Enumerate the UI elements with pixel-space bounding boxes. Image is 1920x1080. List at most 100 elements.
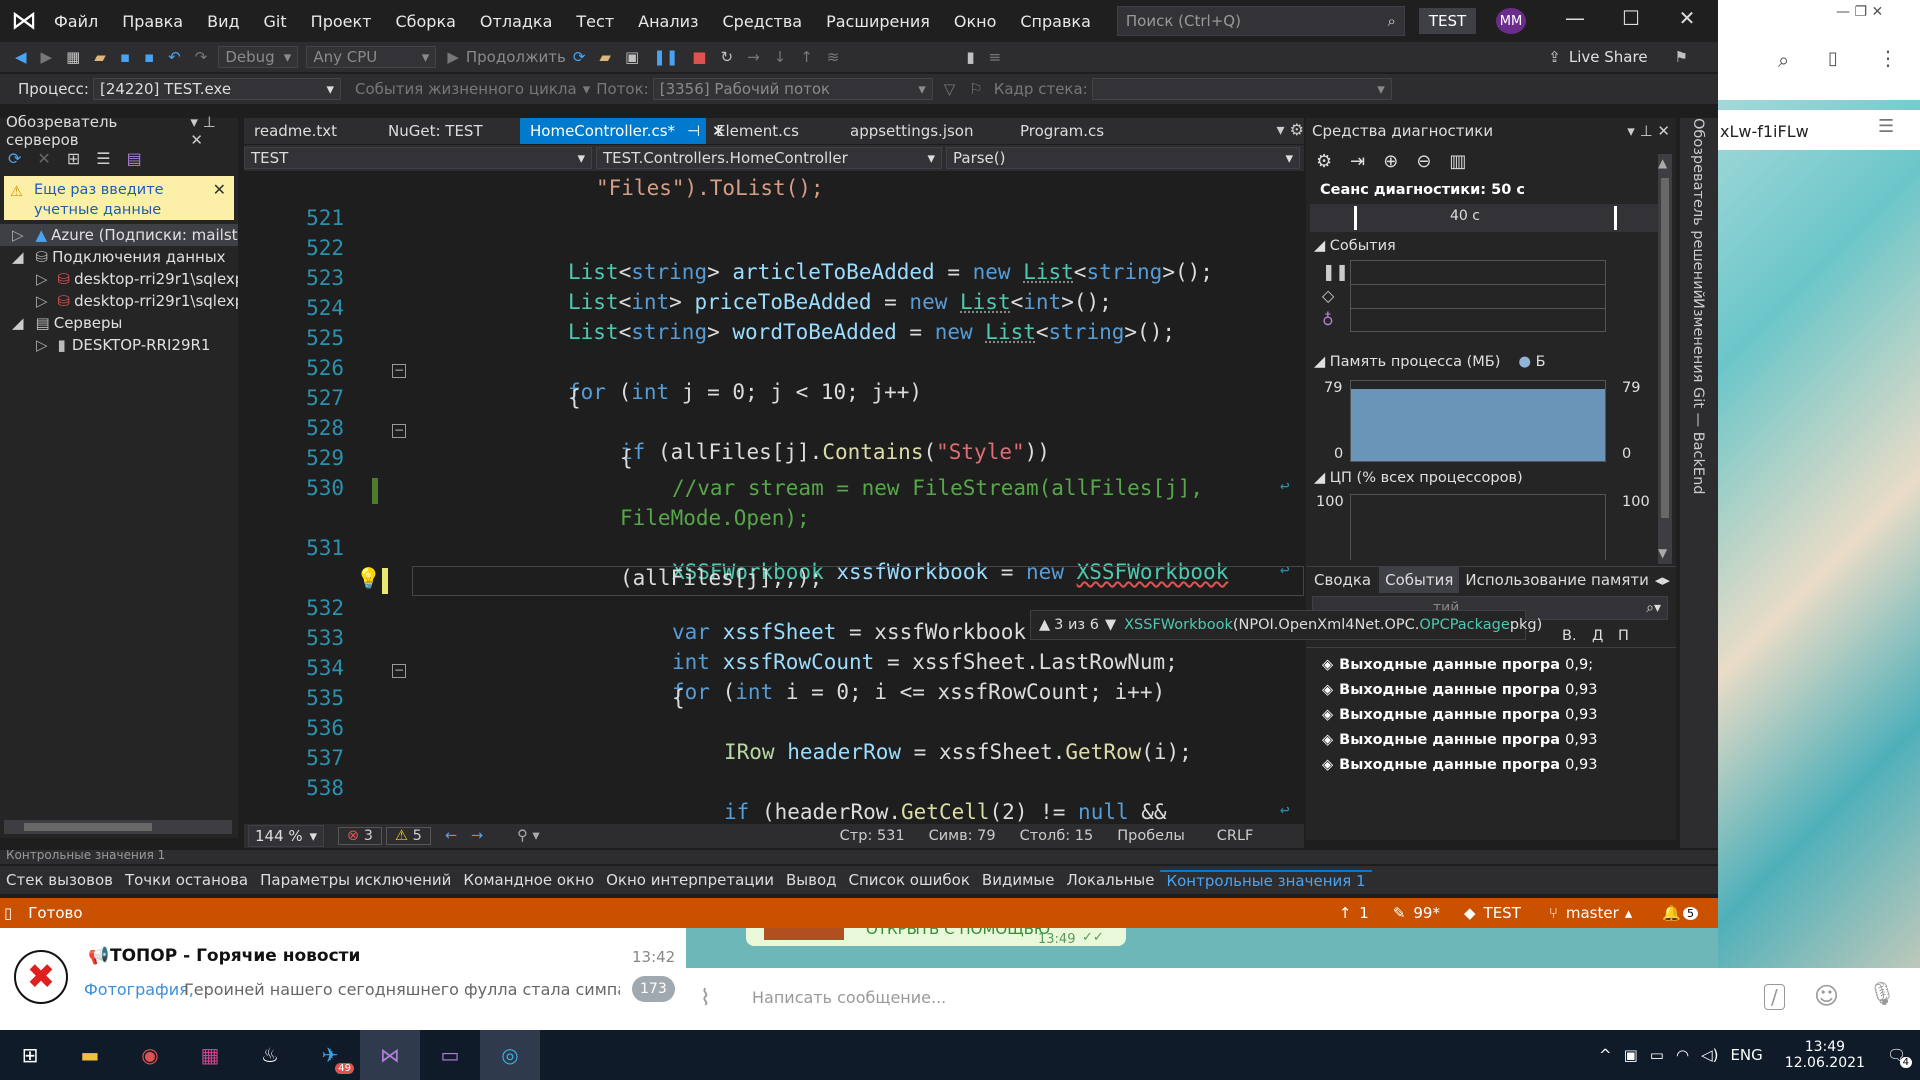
menu-file[interactable]: Файл (42, 12, 110, 31)
volume-icon[interactable]: ◁) (1701, 1046, 1718, 1064)
wifi-icon[interactable]: ◠ (1676, 1046, 1689, 1064)
tab-watch-1[interactable]: Контрольные значения 1 (1160, 870, 1372, 890)
collapse-icon[interactable]: − (392, 424, 406, 438)
menu-edit[interactable]: Правка (110, 12, 195, 31)
play-icon[interactable]: ▶ (447, 48, 459, 66)
tab-output[interactable]: Вывод (780, 871, 843, 889)
collapse-icon[interactable]: − (392, 664, 406, 678)
project-dropdown[interactable]: TEST ▾ (244, 147, 592, 169)
step-over-icon[interactable]: → (747, 48, 760, 66)
pause-icon[interactable]: ❚❚ (653, 48, 678, 66)
connect-server-icon[interactable]: ☰ (96, 149, 110, 168)
channel-avatar[interactable]: ✖ (14, 950, 68, 1004)
url-fragment[interactable]: xLw-f1iFLw (1720, 122, 1809, 141)
comment-icon[interactable]: ≡ (989, 48, 1002, 66)
tree-item-connection-2[interactable]: ▷ ⛁ desktop-rri29r1\sqlexpr (0, 290, 238, 312)
tree-item-servers[interactable]: ◢ ▤ Серверы (0, 312, 238, 334)
action-center-icon[interactable]: 🗨 4 (1887, 1046, 1912, 1068)
restart-icon[interactable]: ↻ (720, 48, 733, 66)
visual-studio-icon[interactable]: ⋈ (360, 1030, 420, 1080)
clear-list-icon[interactable]: ☰ (1878, 116, 1894, 137)
tray-app-icon[interactable]: ▣ (1624, 1046, 1638, 1064)
column-thread[interactable]: П (1618, 628, 1629, 644)
collapse-icon[interactable]: − (392, 364, 406, 378)
save-all-icon[interactable]: ▪ (144, 48, 154, 66)
redo-icon[interactable]: ↷ (195, 48, 208, 66)
message-bubble[interactable]: ОТКРЫТЬ С ПОМОЩЬЮ 13:49 ✓✓ (746, 928, 1126, 947)
browse-folder-icon[interactable]: ▰ (599, 48, 611, 66)
previous-issue-icon[interactable]: ← (445, 828, 457, 844)
avatar[interactable]: MM (1496, 8, 1526, 34)
signature-help-tooltip[interactable]: ▲ 3 из 6 ▼ XSSFWorkbook (NPOI.OpenXml4Net… (1030, 610, 1542, 640)
chrome-icon[interactable]: ◉ (120, 1030, 180, 1080)
maximize-icon[interactable]: ☐ (1616, 6, 1646, 30)
memory-section-title[interactable]: ◢ Память процесса (МБ) ● Б (1314, 354, 1546, 370)
horizontal-scrollbar[interactable] (4, 820, 232, 834)
pin-icon[interactable]: ⊣ (687, 122, 700, 140)
stop-icon[interactable]: ✕ (37, 149, 50, 168)
telegram-icon[interactable]: ✈ 49 (300, 1030, 360, 1080)
tab-appsettings[interactable]: appsettings.json (840, 118, 1010, 144)
tree-item-azure[interactable]: ▷ ▲ Azure (Подписки: mailstea (0, 224, 238, 246)
settings-gear-icon[interactable]: ⚙ (1316, 151, 1332, 172)
clock[interactable]: 13:49 12.06.2021 (1785, 1039, 1865, 1071)
tab-call-stack[interactable]: Стек вызовов (0, 871, 119, 889)
events-section-title[interactable]: ◢ События (1314, 238, 1396, 254)
stack-frame-dropdown[interactable]: ▾ (1091, 78, 1392, 100)
timeline-start-handle[interactable] (1354, 206, 1357, 230)
tab-exception-settings[interactable]: Параметры исключений (254, 871, 457, 889)
step-into-icon[interactable]: ↓ (774, 48, 787, 66)
panel-controls[interactable]: ▾ ⊥ ✕ (190, 113, 232, 149)
undo-icon[interactable]: ↶ (168, 48, 181, 66)
tab-breakpoints[interactable]: Точки останова (119, 871, 254, 889)
tree-item-desktop[interactable]: ▷ ▮ DESKTOP-RRI29R1 (0, 334, 238, 356)
menu-test[interactable]: Тест (564, 12, 626, 31)
search-box[interactable]: Поиск (Ctrl+Q) ⌕ (1116, 6, 1405, 36)
menu-analyze[interactable]: Анализ (626, 12, 710, 31)
live-share-button[interactable]: Live Share (1569, 48, 1648, 66)
zoom-out-icon[interactable]: ⊖ (1416, 151, 1431, 172)
search-icon[interactable]: ⌕ (1778, 48, 1789, 72)
refresh-icon[interactable]: ⟳ (573, 48, 586, 66)
column-time[interactable]: В. (1562, 628, 1577, 644)
column-duration[interactable]: Д (1592, 628, 1603, 644)
hot-reload-icon[interactable]: ≋ (827, 48, 840, 66)
reset-view-icon[interactable]: ▥ (1449, 151, 1466, 172)
vertical-scrollbar[interactable]: ▲ ▼ (1658, 154, 1672, 564)
terminal-icon[interactable]: ▭ (420, 1030, 480, 1080)
microphone-icon[interactable]: 🎙 (1868, 982, 1896, 1007)
lightbulb-icon[interactable]: 💡 (356, 566, 381, 590)
cpu-section-title[interactable]: ◢ ЦП (% всех процессоров) (1314, 470, 1523, 486)
tab-command-window[interactable]: Командное окно (457, 871, 600, 889)
input-language[interactable]: ENG (1730, 1046, 1762, 1064)
channel-name[interactable]: ТОПОР - Горячие новости (110, 946, 360, 966)
thread-dropdown[interactable]: [3356] Рабочий поток ▾ (652, 78, 933, 100)
minimize-icon[interactable]: — (1560, 6, 1590, 30)
next-issue-icon[interactable]: → (471, 828, 483, 844)
overload-down-icon[interactable]: ▼ (1105, 617, 1116, 633)
connect-database-icon[interactable]: ⊞ (67, 149, 80, 168)
more-options-icon[interactable]: ⋮ (1878, 46, 1898, 70)
azure-icon[interactable]: ▤ (127, 149, 142, 168)
code-cleanup-icon[interactable]: ⚲ ▾ (517, 828, 540, 844)
tree-item-connection-1[interactable]: ▷ ⛁ desktop-rri29r1\sqlexpr (0, 268, 238, 290)
tab-error-list[interactable]: Список ошибок (843, 871, 976, 889)
branch-name[interactable]: master (1566, 904, 1619, 922)
timeline-ruler[interactable]: 40 с (1310, 204, 1660, 232)
open-with-button[interactable]: ОТКРЫТЬ С ПОМОЩЬЮ (866, 928, 1050, 938)
notifications-bell-icon[interactable]: 🔔 (1662, 904, 1681, 922)
steam-icon[interactable]: ♨ (240, 1030, 300, 1080)
menu-help[interactable]: Справка (1008, 12, 1103, 31)
configuration-dropdown[interactable]: Debug ▾ (218, 46, 299, 68)
push-icon[interactable]: ↑ (1339, 904, 1352, 922)
attach-paperclip-icon[interactable]: ⌇ (700, 986, 711, 1011)
commands-icon[interactable]: / (1764, 984, 1785, 1010)
menu-git[interactable]: Git (252, 12, 299, 31)
pencil-icon[interactable]: ✎ (1393, 904, 1406, 922)
close-icon[interactable]: ✕ (1672, 6, 1702, 30)
table-row[interactable]: ◈ Выходные данные програм... 0,9; (1306, 652, 1656, 677)
tab-list-icon[interactable]: ▾ ⚙ (1277, 120, 1304, 139)
step-out-icon[interactable]: ↑ (800, 48, 813, 66)
scrollbar-thumb[interactable] (24, 823, 152, 831)
timeline-end-handle[interactable] (1614, 206, 1617, 230)
